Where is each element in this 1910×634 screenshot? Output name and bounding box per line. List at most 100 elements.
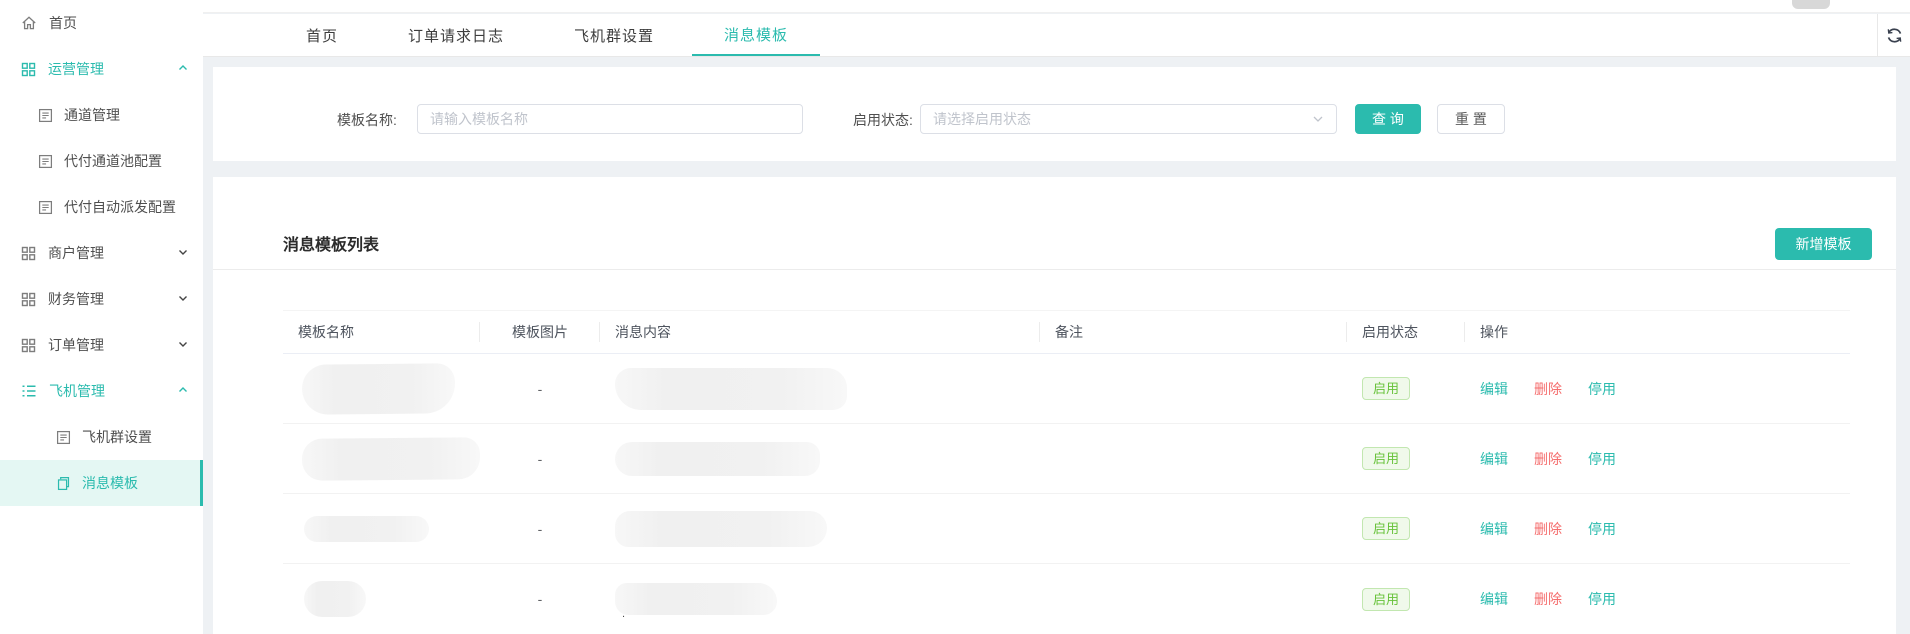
query-button[interactable]: 查 询 [1355,104,1421,134]
grid-icon [21,62,36,77]
sidebar-item-4[interactable]: 代付自动派发配置 [0,184,203,230]
sidebar-item-label: 运营管理 [48,61,104,77]
sidebar-item-5[interactable]: 商户管理 [0,230,203,276]
table-row: -. 启用 编辑 删除 停用 [283,564,1850,634]
sidebar-item-label: 代付自动派发配置 [64,199,176,215]
sidebar-item-6[interactable]: 财务管理 [0,276,203,322]
edit-link[interactable]: 编辑 [1480,519,1508,539]
grid-icon [21,292,36,307]
column-header-0: 模板名称 [283,310,480,354]
sidebar-item-label: 商户管理 [48,245,104,261]
top-header-strip [203,0,1910,13]
sidebar-item-0[interactable]: 首页 [0,0,203,46]
sidebar-item-9[interactable]: 飞机群设置 [0,414,203,460]
column-header-3: 备注 [1040,310,1347,354]
column-header-2: 消息内容 [600,310,1040,354]
delete-link[interactable]: 删除 [1534,379,1562,399]
grid-icon [21,338,36,353]
grid-icon [21,246,36,261]
sidebar-item-label: 订单管理 [48,337,104,353]
chevron-down-icon [177,338,189,350]
delete-link[interactable]: 删除 [1534,589,1562,609]
sidebar-item-label: 通道管理 [64,107,120,123]
sidebar-item-label: 飞机群设置 [82,429,152,445]
disable-link[interactable]: 停用 [1588,379,1616,399]
template-name-label: 模板名称: [337,112,397,128]
sidebar-item-1[interactable]: 运营管理 [0,46,203,92]
sidebar-item-label: 消息模板 [82,475,138,491]
edit-link[interactable]: 编辑 [1480,449,1508,469]
column-header-1: 模板图片 [480,310,600,354]
redacted-template-name [301,436,481,481]
edit-link[interactable]: 编辑 [1480,589,1508,609]
sidebar-item-10[interactable]: 消息模板 [0,460,203,506]
status-badge: 启用 [1362,587,1411,611]
disable-link[interactable]: 停用 [1588,589,1616,609]
template-image-placeholder: - [537,520,543,537]
sidebar-item-3[interactable]: 代付通道池配置 [0,138,203,184]
redacted-message-content [615,367,847,410]
sidebar: 首页运营管理通道管理代付通道池配置 代付自动派发配置商户管理财务管理订单管理飞机管… [0,0,203,634]
redacted-message-content [615,510,827,547]
avatar[interactable] [1792,0,1830,9]
table-row: - 启用 编辑 删除 停用 [283,494,1850,564]
enable-status-placeholder: 请选择启用状态 [933,111,1031,127]
add-template-button[interactable]: 新增模板 [1775,228,1872,260]
document-icon [56,476,71,491]
template-image-placeholder: - [537,591,543,607]
template-table: 模板名称 模板图片 消息内容 备注 启用状态 操作 - 启用 编辑 删除 停用 - 启用 编辑 删除 停用 -… [283,310,1850,634]
menu-list-icon [21,383,37,399]
template-name-input[interactable] [417,104,803,134]
sidebar-item-2[interactable]: 通道管理 [0,92,203,138]
disable-link[interactable]: 停用 [1588,519,1616,539]
tab-0[interactable]: 首页 [274,14,370,56]
tab-2[interactable]: 飞机群设置 [542,14,686,56]
refresh-button[interactable] [1877,14,1910,56]
chevron-down-icon [177,292,189,304]
template-list-panel: 消息模板列表 新增模板 模板名称 模板图片 消息内容 备注 启用状态 操作 - 启用 编辑 删除… [213,177,1896,634]
tab-3[interactable]: 消息模板 [692,14,821,56]
chevron-up-icon [177,62,189,74]
search-panel: 模板名称: 启用状态: 请选择启用状态 查 询 重 置 [213,67,1896,161]
redacted-template-name [304,515,429,542]
redacted-template-name [304,581,366,617]
chevron-up-icon [177,384,189,396]
delete-link[interactable]: 删除 [1534,519,1562,539]
column-header-4: 启用状态 [1347,310,1465,354]
chevron-down-icon [1312,113,1324,125]
reset-button[interactable]: 重 置 [1437,104,1505,134]
template-image-placeholder: - [537,450,543,467]
doc-list-icon [38,154,53,169]
enable-status-select[interactable]: 请选择启用状态 [920,104,1337,134]
sidebar-item-label: 财务管理 [48,291,104,307]
delete-link[interactable]: 删除 [1534,449,1562,469]
home-icon [21,15,37,31]
sidebar-item-label: 代付通道池配置 [64,153,162,169]
list-title: 消息模板列表 [283,237,380,254]
table-row: - 启用 编辑 删除 停用 [283,354,1850,424]
sidebar-item-label: 飞机管理 [49,383,105,399]
redacted-template-name [301,362,456,415]
content-note: . [622,608,626,620]
tab-bar: 首页 订单请求日志 飞机群设置 消息模板 [203,14,1910,57]
column-header-5: 操作 [1480,324,1508,340]
doc-list-icon [38,108,53,123]
refresh-icon [1886,27,1903,44]
tab-1[interactable]: 订单请求日志 [376,14,536,56]
edit-link[interactable]: 编辑 [1480,379,1508,399]
chevron-down-icon [177,246,189,258]
list-header: 消息模板列表 新增模板 [213,177,1896,270]
doc-list-icon [38,200,53,215]
redacted-message-content [615,583,777,615]
table-row: - 启用 编辑 删除 停用 [283,424,1850,494]
enable-status-label: 启用状态: [853,112,913,128]
template-image-placeholder: - [537,380,543,397]
status-badge: 启用 [1362,517,1411,540]
status-badge: 启用 [1362,447,1411,470]
status-badge: 启用 [1362,377,1411,400]
disable-link[interactable]: 停用 [1588,449,1616,469]
table-header-row: 模板名称 模板图片 消息内容 备注 启用状态 操作 [283,310,1850,354]
sidebar-item-8[interactable]: 飞机管理 [0,368,203,414]
doc-list-icon [56,430,71,445]
sidebar-item-7[interactable]: 订单管理 [0,322,203,368]
